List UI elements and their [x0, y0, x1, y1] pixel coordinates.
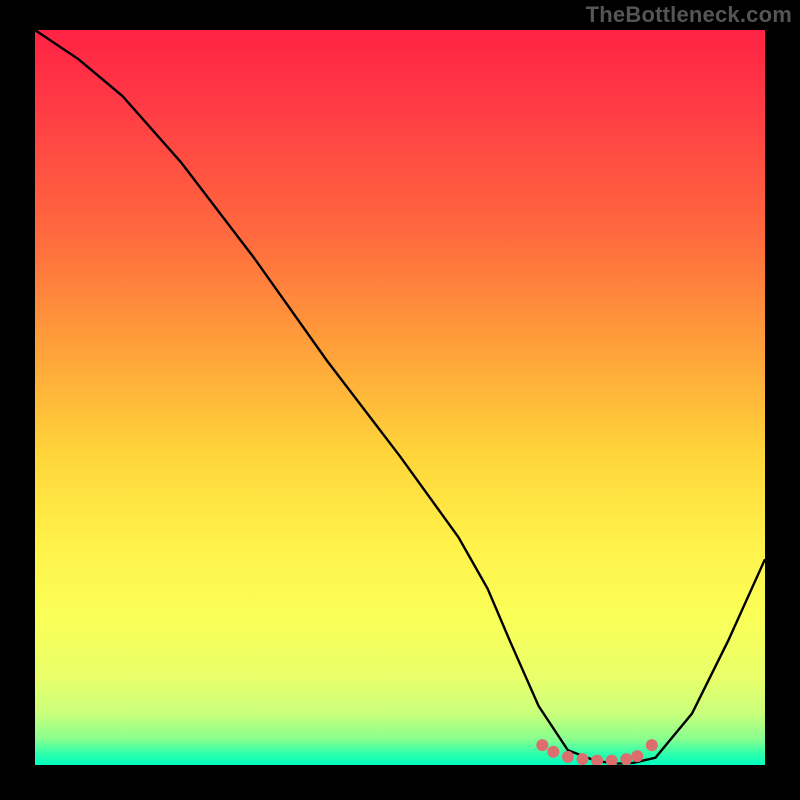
marker-dot — [606, 755, 618, 765]
marker-dot — [631, 750, 643, 762]
marker-dot — [646, 739, 658, 751]
plot-area — [35, 30, 765, 765]
marker-dot — [620, 753, 632, 765]
marker-dot — [577, 753, 589, 765]
marker-dot — [536, 739, 548, 751]
optimal-markers — [536, 739, 658, 765]
marker-dot — [591, 755, 603, 765]
bottleneck-curve — [35, 30, 765, 765]
marker-dot — [547, 746, 559, 758]
chart-container: TheBottleneck.com — [0, 0, 800, 800]
watermark-text: TheBottleneck.com — [586, 2, 792, 28]
marker-dot — [562, 751, 574, 763]
curve-line — [35, 30, 765, 764]
